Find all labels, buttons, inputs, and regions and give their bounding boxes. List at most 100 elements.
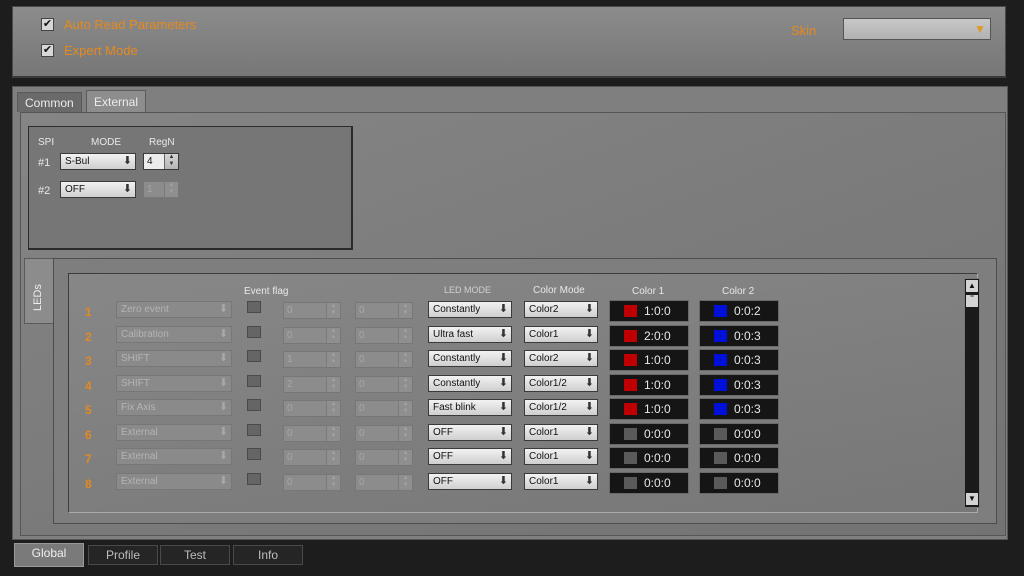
event-flag-checkbox[interactable] (247, 301, 261, 313)
scroll-up-button[interactable]: ▲ (966, 280, 978, 292)
color-mode-select[interactable]: Color1 ⬇ (524, 326, 598, 343)
up-down-arrows-icon[interactable]: ▲ ▼ (326, 401, 340, 416)
led-mode-select[interactable]: Ultra fast ⬇ (428, 326, 512, 343)
led-mode-select[interactable]: Constantly ⬇ (428, 350, 512, 367)
led-event-select[interactable]: External ⬇ (116, 424, 232, 441)
tab-global[interactable]: Global (14, 543, 84, 567)
up-down-arrows-icon[interactable]: ▲ ▼ (326, 352, 340, 367)
color-mode-select[interactable]: Color1 ⬇ (524, 473, 598, 490)
skin-select[interactable]: ▼ (843, 18, 991, 40)
led-mode-select[interactable]: OFF ⬇ (428, 424, 512, 441)
up-down-arrows-icon[interactable]: ▲ ▼ (398, 328, 412, 343)
led-param2-stepper[interactable]: 0 ▲ ▼ (355, 425, 413, 442)
led-param1-stepper[interactable]: 0 ▲ ▼ (283, 474, 341, 491)
event-flag-checkbox[interactable] (247, 448, 261, 460)
color1-button[interactable]: 0:0:0 (609, 472, 689, 494)
up-down-arrows-icon[interactable]: ▲ ▼ (398, 475, 412, 490)
led-event-select[interactable]: Zero event ⬇ (116, 301, 232, 318)
led-param1-stepper[interactable]: 1 ▲ ▼ (283, 351, 341, 368)
up-down-arrows-icon[interactable]: ▲ ▼ (398, 450, 412, 465)
up-down-arrows-icon[interactable]: ▲ ▼ (398, 303, 412, 318)
led-param1-stepper[interactable]: 0 ▲ ▼ (283, 449, 341, 466)
color-mode-select[interactable]: Color2 ⬇ (524, 350, 598, 367)
auto-read-option[interactable]: ✔ Auto Read Parameters (41, 17, 196, 32)
event-flag-checkbox[interactable] (247, 350, 261, 362)
tab-test[interactable]: Test (160, 545, 230, 565)
leds-scrollbar[interactable]: ▲ ≡ ▼ (964, 278, 980, 508)
color1-button[interactable]: 0:0:0 (609, 423, 689, 445)
event-flag-checkbox[interactable] (247, 473, 261, 485)
tab-profile[interactable]: Profile (88, 545, 158, 565)
led-mode-select[interactable]: Constantly ⬇ (428, 301, 512, 318)
spi2-mode-select[interactable]: OFF ⬇ (60, 181, 136, 198)
expert-mode-option[interactable]: ✔ Expert Mode (41, 43, 138, 58)
auto-read-checkbox[interactable]: ✔ (41, 18, 54, 31)
color2-button[interactable]: 0:0:2 (699, 300, 779, 322)
event-flag-checkbox[interactable] (247, 424, 261, 436)
up-down-arrows-icon[interactable]: ▲ ▼ (164, 154, 178, 169)
color-mode-select[interactable]: Color1 ⬇ (524, 424, 598, 441)
color2-button[interactable]: 0:0:0 (699, 447, 779, 469)
led-mode-select[interactable]: OFF ⬇ (428, 448, 512, 465)
up-down-arrows-icon[interactable]: ▲ ▼ (326, 475, 340, 490)
led-event-select[interactable]: SHIFT ⬇ (116, 350, 232, 367)
expert-mode-checkbox[interactable]: ✔ (41, 44, 54, 57)
color-mode-select[interactable]: Color2 ⬇ (524, 301, 598, 318)
led-param2-stepper[interactable]: 0 ▲ ▼ (355, 376, 413, 393)
led-event-select[interactable]: Calibration ⬇ (116, 326, 232, 343)
tab-info[interactable]: Info (233, 545, 303, 565)
led-param2-stepper[interactable]: 0 ▲ ▼ (355, 400, 413, 417)
led-param1-stepper[interactable]: 0 ▲ ▼ (283, 302, 341, 319)
color1-button[interactable]: 1:0:0 (609, 374, 689, 396)
color2-button[interactable]: 0:0:3 (699, 374, 779, 396)
tab-external[interactable]: External (86, 90, 147, 112)
color1-button[interactable]: 1:0:0 (609, 300, 689, 322)
color2-button[interactable]: 0:0:0 (699, 423, 779, 445)
event-flag-checkbox[interactable] (247, 375, 261, 387)
up-down-arrows-icon[interactable]: ▲ ▼ (326, 450, 340, 465)
up-down-arrows-icon[interactable]: ▲ ▼ (398, 377, 412, 392)
color2-button[interactable]: 0:0:3 (699, 325, 779, 347)
color1-button[interactable]: 1:0:0 (609, 349, 689, 371)
color1-button[interactable]: 2:0:0 (609, 325, 689, 347)
tab-common[interactable]: Common (17, 92, 82, 112)
led-param1-stepper[interactable]: 0 ▲ ▼ (283, 327, 341, 344)
led-param1-stepper[interactable]: 2 ▲ ▼ (283, 376, 341, 393)
up-down-arrows-icon[interactable]: ▲ ▼ (398, 426, 412, 441)
led-mode-select[interactable]: Constantly ⬇ (428, 375, 512, 392)
led-param1-stepper[interactable]: 0 ▲ ▼ (283, 425, 341, 442)
spi1-mode-select[interactable]: S-Bul ⬇ (60, 153, 136, 170)
scroll-down-button[interactable]: ▼ (966, 493, 978, 505)
up-down-arrows-icon[interactable]: ▲ ▼ (164, 182, 178, 197)
event-flag-checkbox[interactable] (247, 326, 261, 338)
led-event-select[interactable]: External ⬇ (116, 473, 232, 490)
event-flag-checkbox[interactable] (247, 399, 261, 411)
led-param2-stepper[interactable]: 0 ▲ ▼ (355, 474, 413, 491)
up-down-arrows-icon[interactable]: ▲ ▼ (398, 401, 412, 416)
color-mode-select[interactable]: Color1 ⬇ (524, 448, 598, 465)
color2-button[interactable]: 0:0:3 (699, 349, 779, 371)
led-event-select[interactable]: Fix Axis ⬇ (116, 399, 232, 416)
led-param2-stepper[interactable]: 0 ▲ ▼ (355, 327, 413, 344)
led-mode-select[interactable]: OFF ⬇ (428, 473, 512, 490)
color2-button[interactable]: 0:0:0 (699, 472, 779, 494)
up-down-arrows-icon[interactable]: ▲ ▼ (326, 328, 340, 343)
led-event-select[interactable]: SHIFT ⬇ (116, 375, 232, 392)
spi2-regn-stepper[interactable]: 1 ▲ ▼ (143, 181, 179, 198)
spi1-regn-stepper[interactable]: 4 ▲ ▼ (143, 153, 179, 170)
up-down-arrows-icon[interactable]: ▲ ▼ (326, 377, 340, 392)
led-event-select[interactable]: External ⬇ (116, 448, 232, 465)
color-mode-select[interactable]: Color1/2 ⬇ (524, 375, 598, 392)
color1-button[interactable]: 1:0:0 (609, 398, 689, 420)
led-param2-stepper[interactable]: 0 ▲ ▼ (355, 449, 413, 466)
color1-button[interactable]: 0:0:0 (609, 447, 689, 469)
led-param2-stepper[interactable]: 0 ▲ ▼ (355, 351, 413, 368)
scroll-thumb[interactable]: ≡ (966, 293, 978, 307)
led-param1-stepper[interactable]: 0 ▲ ▼ (283, 400, 341, 417)
led-param2-stepper[interactable]: 0 ▲ ▼ (355, 302, 413, 319)
color-mode-select[interactable]: Color1/2 ⬇ (524, 399, 598, 416)
led-mode-select[interactable]: Fast blink ⬇ (428, 399, 512, 416)
leds-side-tab[interactable]: LEDs (24, 258, 54, 324)
up-down-arrows-icon[interactable]: ▲ ▼ (326, 426, 340, 441)
up-down-arrows-icon[interactable]: ▲ ▼ (398, 352, 412, 367)
